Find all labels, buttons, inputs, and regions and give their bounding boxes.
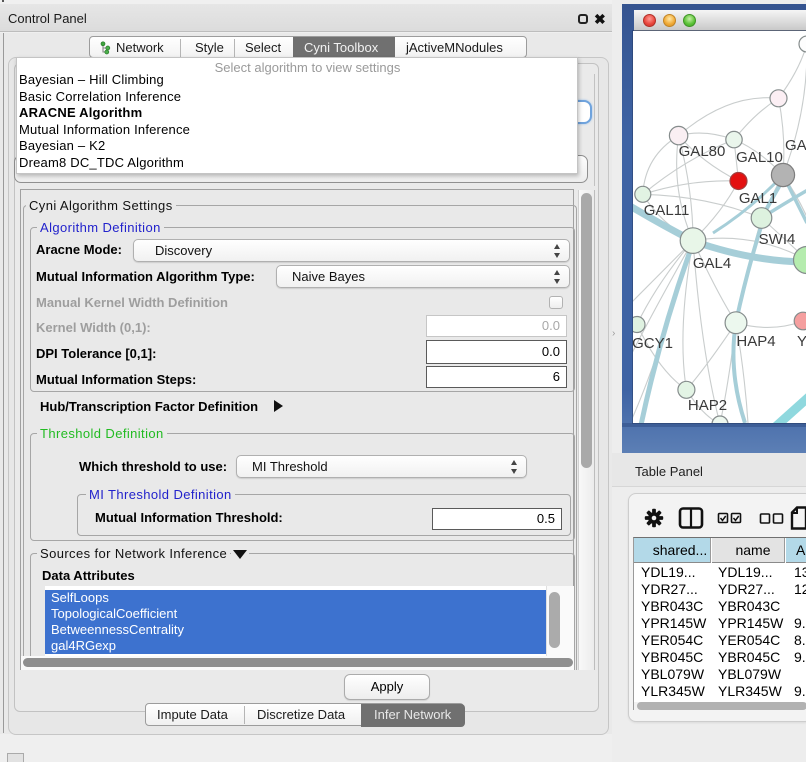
- svg-text:SWI4: SWI4: [759, 231, 796, 248]
- svg-text:GAL4: GAL4: [693, 255, 731, 272]
- svg-text:GAL11: GAL11: [644, 202, 690, 219]
- svg-text:GAL: GAL: [785, 137, 806, 154]
- svg-text:HAP2: HAP2: [688, 397, 727, 414]
- svg-text:HAP4: HAP4: [736, 333, 775, 350]
- svg-text:GAL1: GAL1: [739, 190, 777, 207]
- svg-text:GAL10: GAL10: [736, 149, 783, 166]
- svg-text:GAL80: GAL80: [679, 143, 726, 160]
- svg-text:Y: Y: [797, 333, 806, 350]
- svg-text:GCY1: GCY1: [633, 335, 673, 352]
